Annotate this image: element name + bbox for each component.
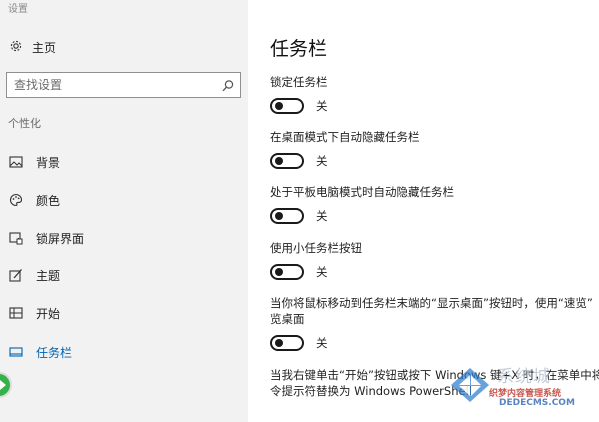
sidebar-item-colors[interactable]: 颜色: [0, 185, 248, 215]
sidebar-home-label: 主页: [32, 40, 57, 55]
toggle-row: 关: [270, 335, 599, 351]
sidebar-item-background[interactable]: 背景: [0, 147, 248, 177]
toggle-state: 关: [316, 99, 328, 113]
setting-label: 在桌面模式下自动隐藏任务栏: [270, 130, 420, 144]
page-title: 任务栏: [270, 38, 328, 60]
toggle-row: 关: [270, 264, 599, 280]
setting-peek: 当你将鼠标移动到任务栏末端的“显示桌面”按钮时，使用“速览” 览桌面 关: [270, 295, 599, 351]
picture-icon: [9, 155, 23, 169]
setting-lock-taskbar: 锁定任务栏 关: [270, 74, 599, 114]
watermark-url: DEDECMS.COM: [499, 398, 575, 408]
toggle-state: 关: [316, 209, 328, 223]
theme-icon: [9, 268, 23, 282]
setting-autohide-tablet: 处于平板电脑模式时自动隐藏任务栏 关: [270, 184, 599, 224]
sidebar: 设置 主页 个性化 背景 颜色 锁屏界面 主题: [0, 0, 248, 422]
lock-screen-icon: [9, 231, 23, 245]
toggle-row: 关: [270, 98, 599, 114]
window-title: 设置: [8, 4, 28, 15]
setting-label-continued: 览桌面: [270, 312, 305, 326]
palette-icon: [9, 193, 23, 207]
setting-small-buttons: 使用小任务栏按钮 关: [270, 240, 599, 280]
setting-label: 使用小任务栏按钮: [270, 241, 362, 255]
sidebar-item-label: 背景: [36, 155, 61, 170]
peek-toggle[interactable]: [270, 335, 304, 351]
setting-autohide-desktop: 在桌面模式下自动隐藏任务栏 关: [270, 129, 599, 169]
autohide-desktop-toggle[interactable]: [270, 153, 304, 169]
toggle-knob: [275, 268, 283, 276]
toggle-state: 关: [316, 265, 328, 279]
toggle-row: 关: [270, 153, 599, 169]
small-buttons-toggle[interactable]: [270, 264, 304, 280]
watermark: 系统城 织梦内容管理系统 DEDECMS.COM: [443, 356, 593, 418]
toggle-knob: [275, 212, 283, 220]
watermark-site: 系统城: [497, 367, 551, 387]
toggle-row: 关: [270, 208, 599, 224]
toggle-knob: [275, 157, 283, 165]
setting-label: 处于平板电脑模式时自动隐藏任务栏: [270, 185, 454, 199]
setting-label: 当你将鼠标移动到任务栏末端的“显示桌面”按钮时，使用“速览”: [270, 296, 593, 310]
sidebar-item-lock-screen[interactable]: 锁屏界面: [0, 223, 248, 253]
sidebar-item-label: 任务栏: [36, 345, 73, 360]
sidebar-item-label: 主题: [36, 268, 61, 283]
toggle-state: 关: [316, 154, 328, 168]
sidebar-item-label: 颜色: [36, 193, 61, 208]
sidebar-home[interactable]: 主页: [9, 38, 56, 56]
search-input[interactable]: [14, 78, 214, 92]
setting-label: 锁定任务栏: [270, 75, 328, 89]
arrow-right-icon: [0, 380, 6, 390]
start-menu-icon: [9, 306, 23, 320]
sidebar-item-start[interactable]: 开始: [0, 298, 248, 328]
toggle-knob: [275, 339, 283, 347]
sidebar-item-taskbar[interactable]: 任务栏: [0, 337, 248, 367]
gear-icon: [9, 38, 23, 57]
taskbar-icon: [9, 345, 23, 359]
search-box[interactable]: [6, 72, 241, 98]
toggle-state: 关: [316, 336, 328, 350]
sidebar-item-label: 锁屏界面: [36, 231, 85, 246]
toggle-knob: [275, 102, 283, 110]
lock-taskbar-toggle[interactable]: [270, 98, 304, 114]
sidebar-item-themes[interactable]: 主题: [0, 260, 248, 290]
sidebar-item-label: 开始: [36, 306, 61, 321]
floating-action-button[interactable]: [0, 372, 12, 398]
section-label-personalization: 个性化: [8, 117, 41, 130]
autohide-tablet-toggle[interactable]: [270, 208, 304, 224]
windows-logo-icon: [449, 366, 491, 408]
search-icon[interactable]: [221, 78, 235, 92]
